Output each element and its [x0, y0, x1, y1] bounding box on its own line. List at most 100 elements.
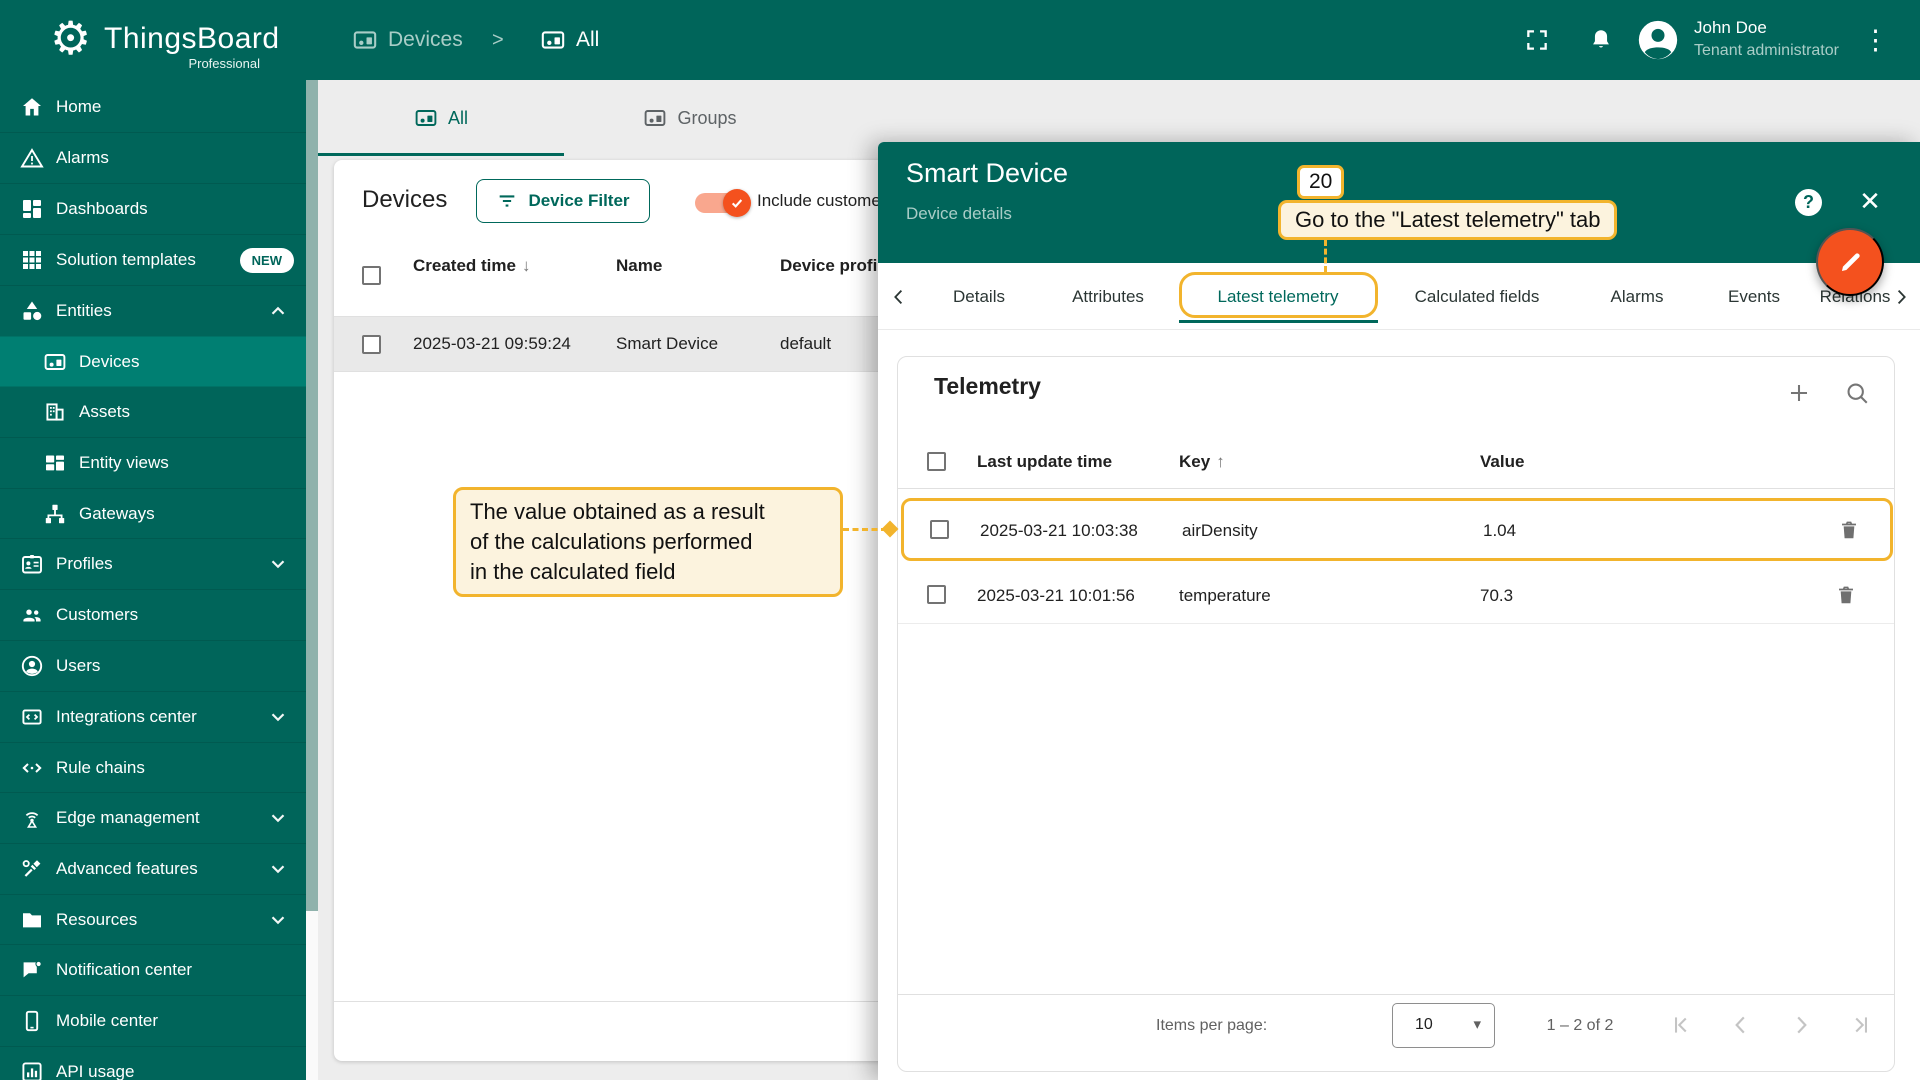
sidebar-item-label: Home — [56, 96, 102, 116]
sidebar-item-integrations-center[interactable]: Integrations center — [0, 691, 306, 742]
sidebar-item-users[interactable]: Users — [0, 640, 306, 691]
sidebar-item-resources[interactable]: Resources — [0, 894, 306, 945]
sort-asc-icon: ↑ — [1216, 452, 1225, 471]
sidebar-item-edge-management[interactable]: Edge management — [0, 792, 306, 843]
row-checkbox[interactable] — [930, 520, 949, 539]
sidebar-item-gateways[interactable]: Gateways — [0, 488, 306, 539]
filter-icon — [496, 190, 518, 212]
close-icon[interactable]: ✕ — [1855, 186, 1885, 216]
fullscreen-icon[interactable] — [1524, 27, 1550, 53]
step-number-badge: 20 — [1297, 165, 1345, 199]
tools-icon — [20, 857, 44, 881]
first-page-icon[interactable] — [1668, 1012, 1694, 1038]
sidebar-item-mobile-center[interactable]: Mobile center — [0, 995, 306, 1046]
column-name[interactable]: Name — [616, 256, 662, 276]
tab-calculated-fields[interactable]: Calculated fields — [1415, 263, 1540, 330]
next-page-icon[interactable] — [1788, 1012, 1814, 1038]
column-value[interactable]: Value — [1480, 452, 1524, 472]
sidebar-item-alarms[interactable]: Alarms — [0, 132, 306, 183]
help-icon[interactable]: ? — [1795, 189, 1822, 216]
dropdown-arrow-icon: ▾ — [1473, 1016, 1481, 1033]
sidebar-item-label: Assets — [79, 402, 131, 421]
devices-icon — [43, 350, 67, 374]
select-all-checkbox[interactable] — [362, 266, 381, 285]
delete-icon[interactable] — [1835, 583, 1857, 607]
chevron-down-icon — [267, 909, 289, 931]
column-created-time[interactable]: Created time ↓ — [413, 256, 530, 276]
select-all-checkbox[interactable] — [927, 452, 946, 471]
tab-attributes[interactable]: Attributes — [1072, 263, 1144, 330]
sidebar: Home Alarms Dashboards Solution template… — [0, 80, 318, 1080]
edge-antenna-icon — [20, 806, 44, 830]
tab-groups[interactable]: Groups — [564, 80, 816, 156]
tab-label: Groups — [677, 107, 737, 128]
tabs-scroll-right-icon[interactable] — [1890, 286, 1912, 308]
device-filter-button[interactable]: Device Filter — [476, 179, 650, 223]
chevron-down-icon — [267, 807, 289, 829]
breadcrumb-all[interactable]: All — [540, 0, 599, 80]
column-last-update-time[interactable]: Last update time — [977, 452, 1112, 472]
device-created-time: 2025-03-21 09:59:24 — [413, 334, 571, 353]
previous-page-icon[interactable] — [1728, 1012, 1754, 1038]
top-bar: ⚙ ThingsBoard Professional Devices > All… — [0, 0, 1920, 80]
notifications-bell-icon[interactable] — [1588, 27, 1614, 53]
customers-icon — [20, 603, 44, 627]
sidebar-item-label: Customers — [56, 605, 139, 624]
sidebar-item-solution-templates[interactable]: Solution templates NEW — [0, 234, 306, 285]
telemetry-value: 1.04 — [1483, 521, 1517, 540]
chevron-down-icon — [267, 858, 289, 880]
delete-icon[interactable] — [1838, 518, 1860, 542]
devices-title: Devices — [362, 186, 448, 213]
telemetry-row-highlighted[interactable]: 2025-03-21 10:03:38 airDensity 1.04 — [901, 498, 1893, 561]
edit-fab-button[interactable] — [1816, 228, 1884, 296]
sidebar-item-api-usage[interactable]: API usage — [0, 1046, 306, 1080]
sidebar-item-label: Rule chains — [56, 758, 145, 777]
column-device-profile[interactable]: Device profil — [780, 256, 882, 276]
row-checkbox[interactable] — [927, 585, 946, 604]
user-menu-kebab-icon[interactable]: ⋮ — [1862, 24, 1889, 56]
last-page-icon[interactable] — [1848, 1012, 1874, 1038]
alarm-warning-icon — [20, 146, 44, 170]
sidebar-item-advanced-features[interactable]: Advanced features — [0, 843, 306, 894]
profiles-icon — [20, 552, 44, 576]
sidebar-item-notification-center[interactable]: Notification center — [0, 944, 306, 995]
tab-events[interactable]: Events — [1728, 263, 1780, 330]
tabs-scroll-left-icon[interactable] — [888, 286, 910, 308]
rule-chains-icon — [20, 756, 44, 780]
avatar[interactable] — [1635, 17, 1681, 63]
include-customer-toggle[interactable] — [695, 189, 751, 217]
sidebar-item-profiles[interactable]: Profiles — [0, 538, 306, 589]
sidebar-item-label: Edge management — [56, 808, 200, 827]
sidebar-item-assets[interactable]: Assets — [0, 386, 306, 437]
sidebar-item-rule-chains[interactable]: Rule chains — [0, 742, 306, 793]
panel-subtitle: Device details — [906, 204, 1012, 223]
add-telemetry-icon[interactable] — [1786, 380, 1812, 406]
sidebar-item-dashboards[interactable]: Dashboards — [0, 183, 306, 234]
tab-all[interactable]: All — [318, 80, 564, 156]
step-connector-line — [1324, 240, 1327, 272]
tab-alarms[interactable]: Alarms — [1611, 263, 1664, 330]
users-icon — [20, 654, 44, 678]
telemetry-row[interactable]: 2025-03-21 10:01:56 temperature 70.3 — [898, 565, 1894, 624]
column-key[interactable]: Key ↑ — [1179, 452, 1225, 472]
sidebar-item-label: Integrations center — [56, 707, 197, 726]
sidebar-item-entities[interactable]: Entities — [0, 285, 306, 336]
sidebar-item-home[interactable]: Home — [0, 81, 306, 132]
brand-edition: Professional — [188, 56, 260, 71]
items-per-page-label: Items per page: — [1156, 1017, 1268, 1034]
annotation-note-line: The value obtained as a result — [470, 499, 765, 524]
page-size-select[interactable]: 10 ▾ — [1392, 1003, 1495, 1048]
search-icon[interactable] — [1844, 380, 1870, 406]
tab-details[interactable]: Details — [953, 263, 1005, 330]
sidebar-scrollbar-thumb[interactable] — [306, 80, 318, 911]
sidebar-item-devices[interactable]: Devices — [0, 336, 306, 387]
device-profile: default — [780, 334, 832, 353]
sidebar-item-label: Gateways — [79, 504, 155, 523]
sidebar-item-entity-views[interactable]: Entity views — [0, 437, 306, 488]
chevron-down-icon — [267, 553, 289, 575]
active-tab-underline — [318, 153, 564, 156]
row-checkbox[interactable] — [362, 335, 381, 354]
sidebar-item-customers[interactable]: Customers — [0, 589, 306, 640]
dashboards-icon — [20, 197, 44, 221]
breadcrumb-devices[interactable]: Devices — [352, 0, 463, 80]
